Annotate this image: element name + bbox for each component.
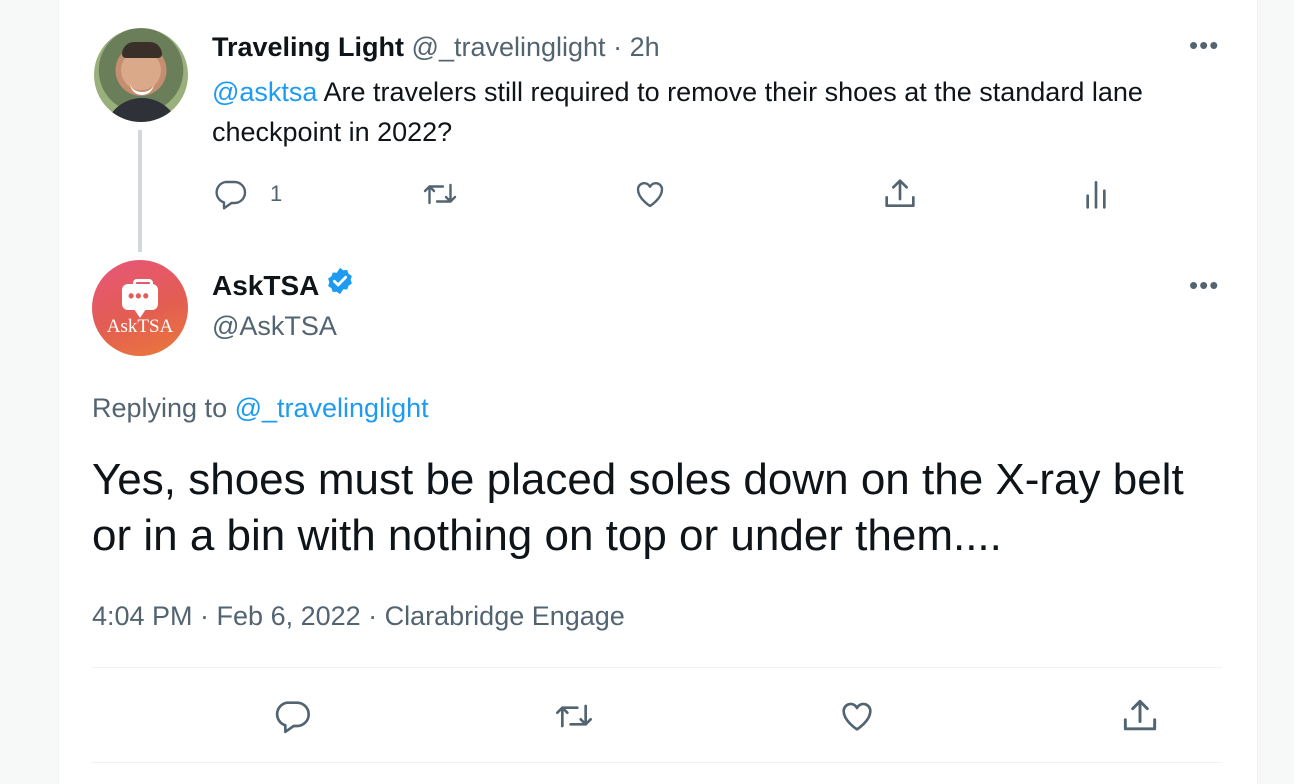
avatar-bubble-dots: ••• [128, 286, 150, 306]
verified-badge-icon [325, 266, 355, 305]
tweet1-reply-count: 1 [270, 181, 283, 206]
share-icon [1118, 694, 1162, 738]
tweet1-separator: · [613, 32, 623, 62]
tweet1-handle[interactable]: @_travelinglight [412, 32, 606, 62]
tweet1-time[interactable]: 2h [630, 32, 660, 62]
tweet2-timestamp[interactable]: 4:04 PM · Feb 6, 2022 · Clarabridge Enga… [92, 598, 625, 634]
avatar-asktsa[interactable]: ••• AskTSA [92, 260, 188, 356]
tweet2-handle[interactable]: @AskTSA [212, 308, 337, 344]
tweet2-more-button[interactable]: ••• [1189, 270, 1219, 301]
tweet2-like-button[interactable] [836, 694, 878, 738]
replying-prefix: Replying to [92, 393, 235, 423]
tweet1-analytics-button[interactable] [1082, 172, 1110, 216]
tweet1-retweet-button[interactable] [420, 172, 460, 216]
avatar-smile [130, 82, 154, 95]
avatar-hair [122, 42, 162, 58]
divider [92, 762, 1222, 763]
tweet1-body: Are travelers still required to remove t… [212, 77, 1143, 147]
reply-icon [212, 176, 248, 212]
tweet2-share-button[interactable] [1118, 694, 1162, 738]
tweet2-action-bar [92, 694, 1222, 740]
retweet-icon [552, 696, 596, 736]
avatar-brand-text: AskTSA [106, 316, 174, 337]
tweet1-like-button[interactable] [630, 172, 670, 216]
like-icon [836, 696, 878, 736]
tweet1-mention[interactable]: @asktsa [212, 77, 317, 107]
share-icon [880, 174, 920, 214]
tweet2-display-name[interactable]: AskTSA [212, 268, 319, 304]
tweet1-text: @asktsa Are travelers still required to … [212, 72, 1222, 152]
tweet1-more-button[interactable]: ••• [1189, 30, 1219, 61]
avatar-shirt [104, 98, 180, 122]
tweet1-display-name[interactable]: Traveling Light [212, 32, 404, 62]
tweet1-header: Traveling Light @_travelinglight · 2h [212, 30, 660, 64]
thread-connector-line [138, 130, 142, 252]
like-icon [630, 176, 670, 212]
tweet1-action-bar: 1 [212, 172, 1106, 216]
avatar-traveling-light[interactable] [94, 28, 188, 122]
replying-to-mention[interactable]: @_travelinglight [235, 393, 429, 423]
tweet2-header: AskTSA [212, 266, 355, 305]
tweet2-retweet-button[interactable] [552, 694, 596, 738]
reply-icon [272, 696, 312, 736]
tweet2-reply-button[interactable] [272, 694, 312, 738]
divider [92, 667, 1222, 668]
tweet1-share-button[interactable] [880, 172, 920, 216]
retweet-icon [420, 176, 460, 212]
tweet2-text: Yes, shoes must be placed soles down on … [92, 455, 1184, 560]
analytics-icon [1082, 174, 1110, 214]
tweet-thread-column: Traveling Light @_travelinglight · 2h ••… [58, 0, 1258, 784]
replying-to-line: Replying to @_travelinglight [92, 390, 429, 426]
tweet1-reply-button[interactable]: 1 [212, 172, 282, 216]
